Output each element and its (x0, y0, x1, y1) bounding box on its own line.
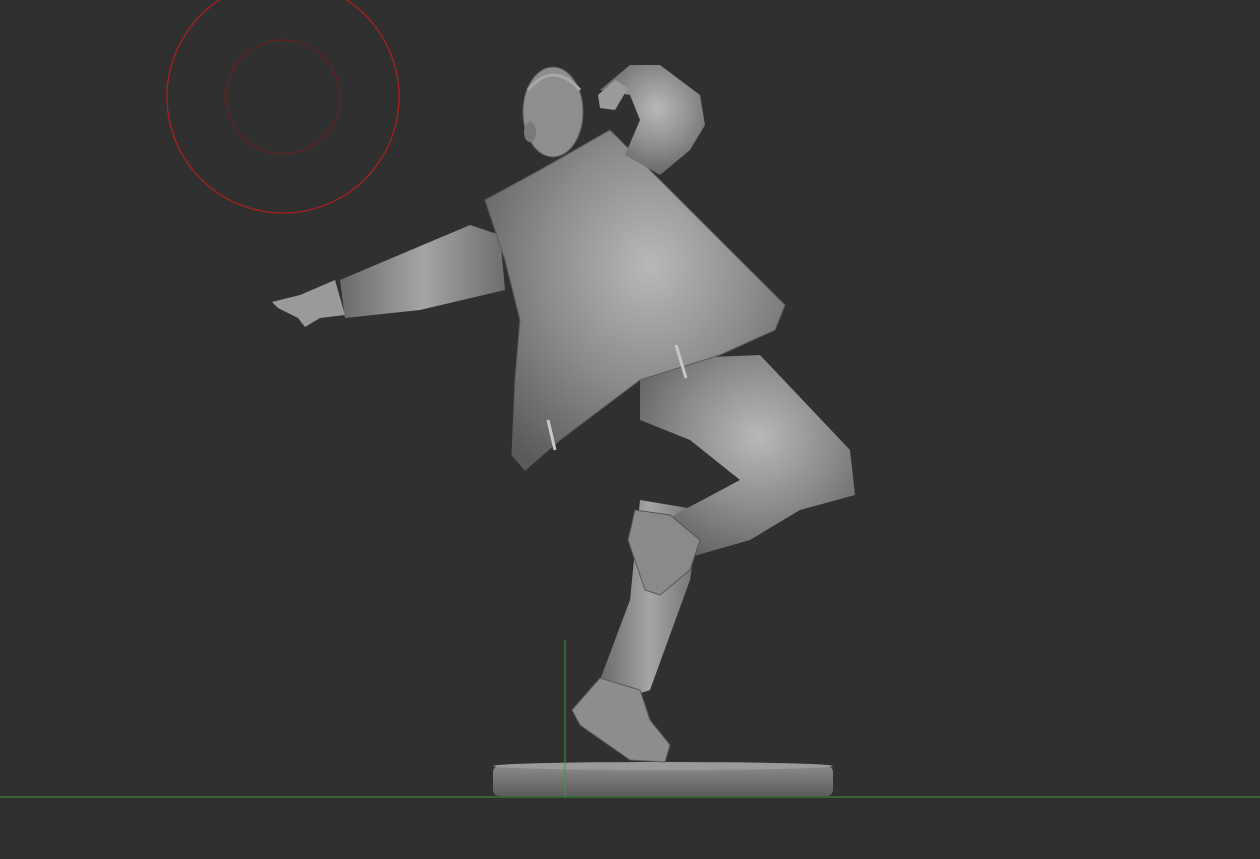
canvas-3d[interactable] (0, 0, 1260, 859)
sculpt-viewport[interactable] (0, 0, 1260, 859)
sculpt-model[interactable] (272, 65, 855, 763)
brush-radius-icon (166, 0, 400, 214)
model-base (493, 762, 833, 796)
